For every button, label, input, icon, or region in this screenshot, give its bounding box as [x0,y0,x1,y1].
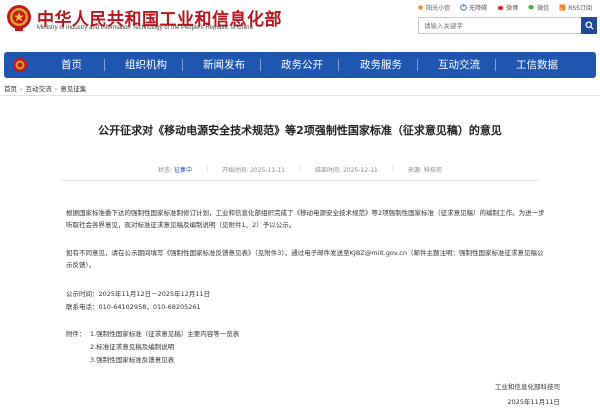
toplink-label: RSS订阅 [568,4,592,12]
site-header: 中华人民共和国工业和信息化部 Ministry of Industry and … [0,0,600,50]
body-paragraph: 根据国家标准委下达的强制性国家标准制修订计划，工业和信息化部组织完成了《移动电源… [66,209,545,229]
nav-item-interaction[interactable]: 互动交流 [438,52,480,78]
search-box [418,17,597,34]
nav-separator [260,59,261,71]
meta-separator: | [298,165,302,172]
publicity-time: 公示时间：2025年11月12日－2025年12月11日 [66,290,211,298]
toplink-sunshine[interactable]: 阳光小信 [417,2,450,12]
breadcrumb-interaction[interactable]: 互动交流 [26,85,52,93]
nav-separator [495,59,496,71]
wechat-icon [528,4,534,9]
breadcrumb-home[interactable]: 首页 [4,85,17,93]
nav-item-government-affairs[interactable]: 政务公开 [281,52,323,78]
breadcrumb-separator: › [20,85,23,93]
accessibility-icon [460,3,467,11]
search-input[interactable] [418,17,582,34]
meta-end: 结束时间: 2025-12-11 [315,167,378,174]
meta-status: 状态: 征集中 [158,167,193,174]
attachment-link[interactable]: 1.强制性国家标准（征求意见稿）主要内容等一览表 [90,328,239,338]
nav-item-home[interactable]: 首页 [61,52,82,78]
contact-phone: 联系电话：010-64102958，010-68205261 [66,303,201,311]
nav-separator [338,59,339,71]
toplink-weibo[interactable]: 微博 [497,2,518,12]
body-paragraph: 如有不同意见，请在公示期间填写《强制性国家标准反馈意见表》（见附件3），通过电子… [66,249,544,269]
toplink-label: 阳光小信 [426,4,451,12]
meta-source: 来源: 科技司 [407,167,442,174]
article-title: 公开征求对《移动电源安全技术规范》等2项强制性国家标准（征求意见稿）的意见 [98,124,502,137]
meta-divider [60,180,540,181]
site-subtitle: Ministry of Industry and Information Tec… [37,25,253,31]
article-meta: 状态: 征集中 | 开始时间: 2025-11-11 | 结束时间: 2025-… [0,165,600,174]
nav-item-industry-data[interactable]: 工信数据 [516,52,558,78]
toplink-label: 微博 [506,4,519,12]
search-button[interactable] [581,17,597,34]
sun-icon [418,4,423,10]
toplink-accessibility[interactable]: 无障碍 [460,2,487,12]
nav-separator [417,59,418,71]
breadcrumb-separator: › [54,85,58,93]
weibo-icon [497,5,504,10]
breadcrumb-divider [0,95,600,96]
signature-org: 工业和信息化部科技司 [495,383,560,391]
attachment-link[interactable]: 3.强制性国家标准反馈意见表 [90,354,174,364]
main-nav: 首页 组织机构 新闻发布 政务公开 政务服务 互动交流 工信数据 [4,52,596,78]
status-badge: 征集中 [174,167,193,174]
national-emblem-icon [7,5,31,31]
nav-item-government-services[interactable]: 政务服务 [360,52,402,78]
rss-icon [559,3,566,11]
toplink-label: 无障碍 [469,4,488,12]
meta-separator: | [391,165,394,172]
toplink-rss[interactable]: RSS订阅 [559,2,592,12]
search-icon [584,21,594,30]
emblem-nav-icon[interactable] [12,57,28,73]
nav-item-organization[interactable]: 组织机构 [125,52,167,78]
attachment-link[interactable]: 2.标准征求意见稿及编制说明 [90,341,174,351]
meta-separator: | [206,165,209,172]
nav-separator [104,59,105,71]
nav-separator [182,59,183,71]
attachments-label: 附件： [66,330,86,338]
meta-start: 开始时间: 2025-11-11 [222,167,285,174]
breadcrumb-consultation[interactable]: 意见征集 [60,85,86,93]
top-links: 阳光小信 无障碍 微博 微信 RSS订阅 [417,2,592,12]
breadcrumb: 首页 › 互动交流 › 意见征集 [4,83,86,93]
nav-item-news[interactable]: 新闻发布 [203,52,245,78]
toplink-wechat[interactable]: 微信 [528,2,549,12]
signature-date: 2025年11月11日 [507,398,560,406]
toplink-label: 微信 [537,4,550,12]
